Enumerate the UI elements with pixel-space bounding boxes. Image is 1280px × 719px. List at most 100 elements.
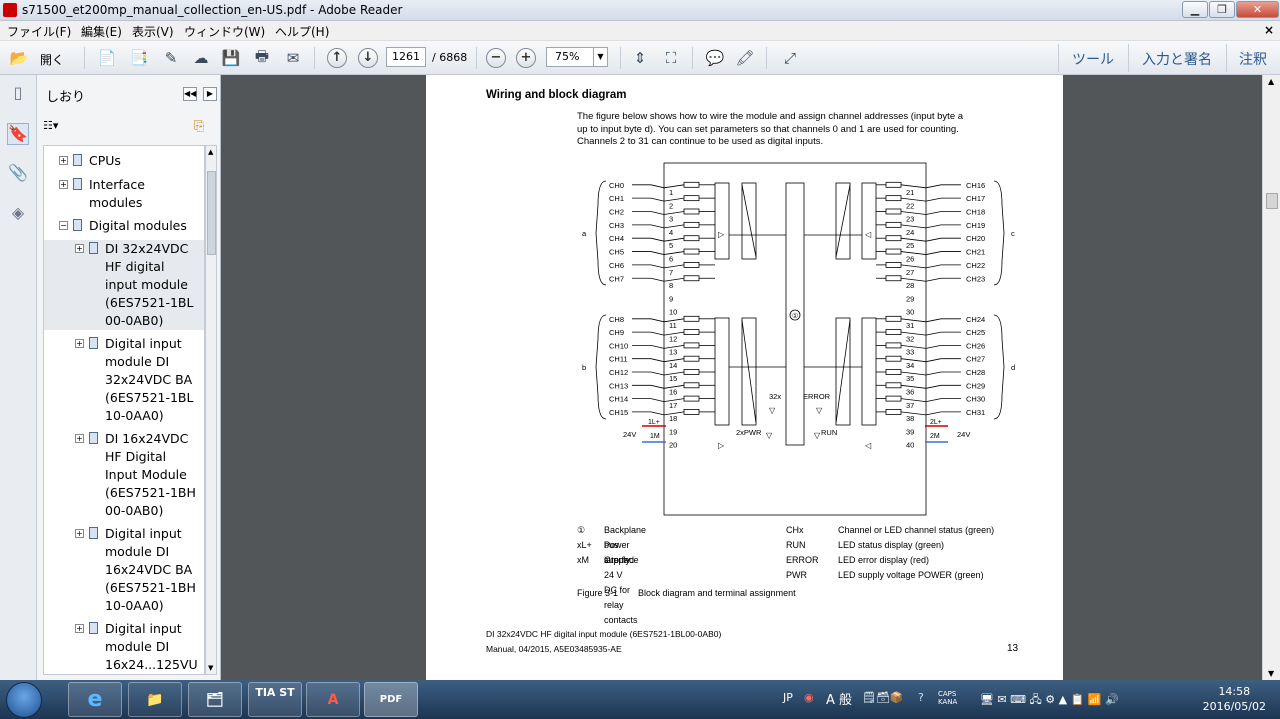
menu-edit[interactable]: 編集(E) bbox=[81, 23, 122, 40]
bookmark-item[interactable]: + DI 32x24VDC HF digital input module (6ES75… bbox=[44, 240, 204, 330]
scroll-thumb[interactable] bbox=[207, 171, 216, 255]
bookmark-item[interactable]: + Digital inputmodule DI16x24...125VUC HF bbox=[44, 620, 204, 674]
bookmark-item[interactable]: − Digital modules bbox=[44, 217, 204, 235]
print-icon[interactable]: 🖶 bbox=[251, 47, 273, 69]
explorer-icon[interactable]: 📁 bbox=[128, 682, 182, 717]
terminal-number: 8 bbox=[669, 281, 673, 290]
terminal-number: 36 bbox=[906, 388, 914, 397]
expand-icon[interactable]: + bbox=[75, 529, 84, 538]
expand-icon[interactable]: + bbox=[75, 624, 84, 633]
legend-value: Channel or LED channel status (green) bbox=[838, 525, 995, 535]
channel-label: CH3 bbox=[609, 221, 624, 230]
expand-icon[interactable]: + bbox=[59, 156, 68, 165]
adobe-reader-task-icon[interactable]: PDF bbox=[364, 682, 418, 717]
bookmark-item[interactable]: + DI 16x24VDC HF Digital Input Module (6ES75… bbox=[44, 430, 204, 520]
bookmarks-icon[interactable]: 🔖 bbox=[7, 123, 29, 145]
ime-tools-icon[interactable]: 🗒🗃📦 bbox=[862, 691, 904, 704]
maximize-button[interactable]: ❐ bbox=[1209, 1, 1235, 18]
bookmark-item[interactable]: + Interface modules bbox=[44, 176, 204, 212]
legend-key: ERROR bbox=[786, 555, 819, 565]
zoom-in-button[interactable]: + bbox=[516, 48, 536, 68]
cloud-upload-icon[interactable]: ☁ bbox=[190, 47, 212, 69]
ime-mode[interactable]: A 般 bbox=[826, 689, 852, 708]
internet-explorer-icon[interactable]: e bbox=[68, 682, 122, 717]
expand-panel-icon[interactable]: ▶ bbox=[203, 87, 217, 101]
bookmark-options-icon[interactable]: ☷▾ bbox=[43, 119, 58, 132]
tia-portal-icon[interactable]: TIA ST bbox=[248, 682, 302, 717]
scroll-up-icon[interactable]: ▲ bbox=[1268, 77, 1274, 86]
fit-page-icon[interactable]: ⇕ bbox=[629, 47, 651, 69]
email-icon[interactable]: ✉ bbox=[282, 47, 304, 69]
open-folder-icon[interactable]: 📂 bbox=[8, 47, 30, 69]
fullscreen-icon[interactable]: ⤢ bbox=[779, 47, 801, 69]
edit-pdf-icon[interactable]: ✎ bbox=[160, 47, 182, 69]
close-document-icon[interactable]: × bbox=[1264, 23, 1274, 37]
terminal-number: 3 bbox=[669, 215, 673, 224]
channel-label: CH26 bbox=[966, 341, 985, 350]
open-label[interactable]: 開く bbox=[40, 51, 64, 68]
bookmark-icon bbox=[89, 337, 98, 349]
input-resistor bbox=[885, 355, 902, 362]
document-scrollbar[interactable]: ▲ ▼ bbox=[1262, 75, 1280, 680]
attachments-icon[interactable]: 📎 bbox=[7, 163, 29, 185]
bookmark-scrollbar[interactable]: ▲ ▼ bbox=[205, 145, 217, 675]
next-page-button[interactable]: ↓ bbox=[358, 48, 378, 68]
create-pdf-icon[interactable]: 📄 bbox=[96, 47, 118, 69]
bookmark-item[interactable]: + CPUs bbox=[44, 152, 204, 170]
help-icon[interactable]: ? bbox=[918, 691, 924, 704]
terminal-number: 28 bbox=[906, 281, 914, 290]
ground-label: 2M bbox=[930, 433, 940, 440]
autocad-icon[interactable]: A bbox=[306, 682, 360, 717]
comment-icon[interactable]: 💬 bbox=[704, 47, 726, 69]
comment-link[interactable]: 注釈 bbox=[1239, 49, 1267, 69]
save-icon[interactable]: 💾 bbox=[220, 47, 242, 69]
new-bookmark-icon[interactable]: ⎘ bbox=[194, 119, 204, 134]
led-icon: ▽ bbox=[769, 406, 776, 415]
previous-page-button[interactable]: ↑ bbox=[327, 48, 347, 68]
input-triangle: ◁ bbox=[865, 230, 872, 239]
minimize-button[interactable]: ▁ bbox=[1182, 1, 1208, 18]
zoom-out-button[interactable]: − bbox=[486, 48, 506, 68]
menu-view[interactable]: 表示(V) bbox=[132, 23, 174, 40]
ime-icon[interactable]: ◉ bbox=[804, 691, 814, 704]
system-clock[interactable]: 14:58 2016/05/02 bbox=[1203, 684, 1266, 714]
layers-icon[interactable]: ◈ bbox=[7, 203, 29, 225]
chevron-down-icon[interactable]: ▼ bbox=[593, 48, 607, 66]
zoom-select[interactable]: 75% ▼ bbox=[546, 47, 608, 67]
start-button[interactable] bbox=[6, 682, 42, 718]
scroll-up-icon[interactable]: ▲ bbox=[208, 148, 213, 156]
bookmark-item[interactable]: + Digital input module DI 32x24VDC BA (6ES75… bbox=[44, 335, 204, 425]
voltage-label: 24V bbox=[957, 430, 970, 439]
led-icon: ▽ bbox=[766, 431, 773, 440]
tray-icons[interactable]: 🖥 ✉ ⌨ 🖧 ⚙ ▲ 📋 📶 🔊 bbox=[980, 691, 1119, 710]
export-pdf-icon[interactable]: 📑 bbox=[128, 47, 150, 69]
switch-contact bbox=[925, 318, 942, 323]
folder-icon[interactable]: 🗂 bbox=[188, 682, 242, 717]
menu-help[interactable]: ヘルプ(H) bbox=[275, 23, 329, 40]
input-resistor bbox=[683, 262, 700, 268]
bookmark-label: Digital input module DI 32x24VDC BA (6ES752… bbox=[105, 336, 194, 423]
terminal-number: 27 bbox=[906, 268, 914, 277]
expand-icon[interactable]: + bbox=[75, 339, 84, 348]
fill-sign-link[interactable]: 入力と署名 bbox=[1142, 49, 1212, 69]
collapse-icon[interactable]: − bbox=[59, 221, 68, 230]
page-number: 13 bbox=[1007, 643, 1019, 654]
menu-file[interactable]: ファイル(F) bbox=[7, 23, 71, 40]
language-indicator[interactable]: JP bbox=[783, 691, 793, 704]
expand-icon[interactable]: + bbox=[75, 244, 84, 253]
scroll-down-icon[interactable]: ▼ bbox=[208, 664, 213, 672]
fit-width-icon[interactable]: ⛶ bbox=[660, 47, 682, 69]
expand-icon[interactable]: + bbox=[59, 180, 68, 189]
expand-icon[interactable]: + bbox=[75, 434, 84, 443]
menu-window[interactable]: ウィンドウ(W) bbox=[184, 23, 265, 40]
bookmark-item[interactable]: + Digital input module DI 16x24VDC BA (6ES75… bbox=[44, 525, 204, 615]
intro-line: The figure below shows how to wire the m… bbox=[577, 111, 964, 122]
tools-link[interactable]: ツール bbox=[1072, 49, 1114, 69]
collapse-panel-icon[interactable]: ◀◀ bbox=[183, 87, 197, 101]
scroll-thumb[interactable] bbox=[1266, 193, 1278, 209]
highlight-icon[interactable]: 🖍 bbox=[734, 47, 756, 69]
page-number-input[interactable]: 1261 bbox=[386, 47, 426, 67]
page-thumbnails-icon[interactable]: ▯ bbox=[7, 83, 29, 105]
scroll-down-icon[interactable]: ▼ bbox=[1268, 669, 1274, 678]
close-button[interactable]: ✕ bbox=[1236, 1, 1279, 18]
